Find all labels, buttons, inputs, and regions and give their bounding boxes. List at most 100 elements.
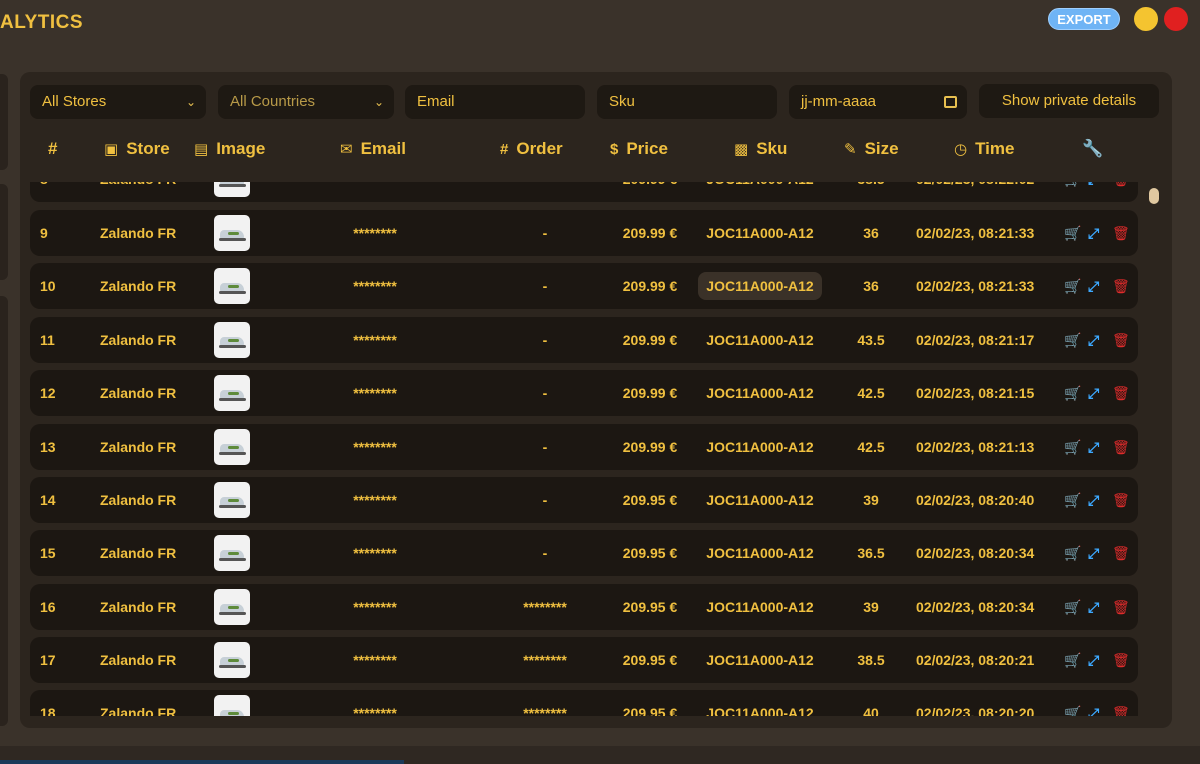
trash-icon[interactable]: 🗑 (1112, 210, 1130, 256)
table-row[interactable]: 11 Zalando FR ******** - 209.99 € JOC11A000-A… (30, 317, 1138, 363)
expand-icon[interactable]: ⤢ (1088, 424, 1099, 470)
col-header-size-label: Size (864, 139, 899, 158)
product-thumbnail[interactable] (214, 642, 250, 678)
product-thumbnail[interactable] (214, 268, 250, 304)
side-panel (0, 184, 8, 280)
col-header-num[interactable]: # (48, 134, 57, 164)
close-button[interactable] (1164, 7, 1188, 31)
trash-icon[interactable]: 🗑 (1112, 584, 1130, 630)
expand-icon[interactable]: ⤢ (1088, 584, 1099, 630)
chevron-down-icon: ⌄ (373, 95, 384, 109)
product-thumbnail[interactable] (214, 429, 250, 465)
sneaker-accent (228, 392, 239, 395)
sku-value: JOC11A000-A12 (706, 225, 814, 241)
trash-icon[interactable]: 🗑 (1112, 263, 1130, 309)
size-value: 39 (863, 599, 879, 615)
table-row[interactable]: 16 Zalando FR ******** ******** 209.95 € JOC1… (30, 584, 1138, 630)
date-filter-input[interactable]: jj-mm-aaaa (789, 85, 967, 119)
orders-panel: All Stores ⌄ All Countries ⌄ Email Sku j… (20, 72, 1172, 728)
store-name: Zalando FR (100, 278, 177, 294)
clock-icon: ◷ (954, 141, 968, 158)
app-title: ALYTICS (0, 12, 84, 33)
email-filter-placeholder: Email (417, 93, 455, 110)
table-row[interactable]: 14 Zalando FR ******** - 209.95 € JOC11A000-A… (30, 477, 1138, 523)
trash-icon[interactable]: 🗑 (1112, 370, 1130, 416)
row-number: 8 (40, 182, 80, 202)
sku-filter-input[interactable]: Sku (597, 85, 777, 119)
store-name: Zalando FR (100, 439, 177, 455)
cart-icon[interactable]: 🛒 (1064, 317, 1081, 363)
cart-icon[interactable]: 🛒 (1064, 530, 1081, 576)
product-thumbnail[interactable] (214, 535, 250, 571)
col-header-price[interactable]: $ Price (610, 134, 668, 164)
expand-icon[interactable]: ⤢ (1088, 530, 1099, 576)
scrollbar-track[interactable] (1150, 182, 1158, 716)
store-name: Zalando FR (100, 225, 177, 241)
cart-icon[interactable]: 🛒 (1064, 477, 1081, 523)
expand-icon[interactable]: ⤢ (1088, 637, 1099, 683)
expand-icon[interactable]: ⤢ (1088, 477, 1099, 523)
cart-icon[interactable]: 🛒 (1064, 584, 1081, 630)
sku-value-highlighted[interactable]: JOC11A000-A12 (698, 272, 822, 300)
expand-icon[interactable]: ⤢ (1088, 263, 1099, 309)
cart-icon[interactable]: 🛒 (1064, 263, 1081, 309)
table-row[interactable]: 15 Zalando FR ******** - 209.95 € JOC11A000-A… (30, 530, 1138, 576)
col-header-sku[interactable]: ▩ Sku (734, 134, 787, 164)
expand-icon[interactable]: ⤢ (1088, 210, 1099, 256)
cart-icon[interactable]: 🛒 (1064, 690, 1081, 716)
col-header-image[interactable]: ▤ Image (194, 134, 265, 164)
trash-icon[interactable]: 🗑 (1112, 690, 1130, 716)
trash-icon[interactable]: 🗑 (1112, 637, 1130, 683)
store-select[interactable]: All Stores ⌄ (30, 85, 206, 119)
time-value: 02/02/23, 08:20:21 (916, 652, 1035, 668)
table-row[interactable]: 9 Zalando FR ******** - 209.99 € JOC11A000-A1… (30, 210, 1138, 256)
table-row[interactable]: 18 Zalando FR ******** ******** 209.95 € JOC1… (30, 690, 1138, 716)
product-thumbnail[interactable] (214, 215, 250, 251)
cart-icon[interactable]: 🛒 (1064, 637, 1081, 683)
product-thumbnail[interactable] (214, 375, 250, 411)
product-thumbnail[interactable] (214, 182, 250, 197)
cart-icon[interactable]: 🛒 (1064, 182, 1081, 202)
sku-cell: JOC11A000-A12 (690, 477, 830, 523)
col-header-store[interactable]: ▣ Store (104, 134, 170, 164)
product-thumbnail[interactable] (214, 482, 250, 518)
col-header-time-label: Time (975, 139, 1015, 158)
col-header-size[interactable]: ✎ Size (844, 134, 899, 164)
email-filter-input[interactable]: Email (405, 85, 585, 119)
trash-icon[interactable]: 🗑 (1112, 477, 1130, 523)
product-thumbnail[interactable] (214, 695, 250, 716)
cart-icon[interactable]: 🛒 (1064, 424, 1081, 470)
expand-icon[interactable]: ⤢ (1088, 370, 1099, 416)
col-header-time[interactable]: ◷ Time (954, 134, 1014, 164)
sneaker-accent (228, 606, 239, 609)
product-thumbnail[interactable] (214, 589, 250, 625)
col-header-order[interactable]: # Order (500, 134, 563, 164)
time-value: 02/02/23, 08:21:17 (916, 332, 1035, 348)
table-row[interactable]: 17 Zalando FR ******** ******** 209.95 € JOC1… (30, 637, 1138, 683)
cart-icon[interactable]: 🛒 (1064, 370, 1081, 416)
trash-icon[interactable]: 🗑 (1112, 530, 1130, 576)
scrollbar-thumb[interactable] (1149, 188, 1159, 204)
sneaker-accent (228, 712, 239, 715)
expand-icon[interactable]: ⤢ (1088, 182, 1099, 202)
table-row[interactable]: 13 Zalando FR ******** - 209.99 € JOC11A000-A… (30, 424, 1138, 470)
expand-icon[interactable]: ⤢ (1088, 690, 1099, 716)
trash-icon[interactable]: 🗑 (1112, 182, 1130, 202)
table-row[interactable]: 10 Zalando FR ******** - 209.99 € JOC11A000-A… (30, 263, 1138, 309)
table-row[interactable]: 12 Zalando FR ******** - 209.99 € JOC11A000-A… (30, 370, 1138, 416)
calendar-icon[interactable] (944, 96, 957, 108)
table-row[interactable]: 8 Zalando FR 209.99 € JOC11A000-A12 38.5 02/0… (30, 182, 1138, 202)
export-button[interactable]: EXPORT (1048, 8, 1120, 30)
trash-icon[interactable]: 🗑 (1112, 317, 1130, 363)
col-header-email[interactable]: ✉ Email (340, 134, 406, 164)
trash-icon[interactable]: 🗑 (1112, 424, 1130, 470)
show-private-details-button[interactable]: Show private details (979, 84, 1159, 118)
expand-icon[interactable]: ⤢ (1088, 317, 1099, 363)
cart-icon[interactable]: 🛒 (1064, 210, 1081, 256)
time-value: 02/02/23, 08:20:20 (916, 705, 1035, 716)
price-value: 209.95 € (622, 705, 678, 716)
country-select[interactable]: All Countries ⌄ (218, 85, 394, 119)
sku-value: JOC11A000-A12 (706, 385, 814, 401)
product-thumbnail[interactable] (214, 322, 250, 358)
minimize-button[interactable] (1134, 7, 1158, 31)
